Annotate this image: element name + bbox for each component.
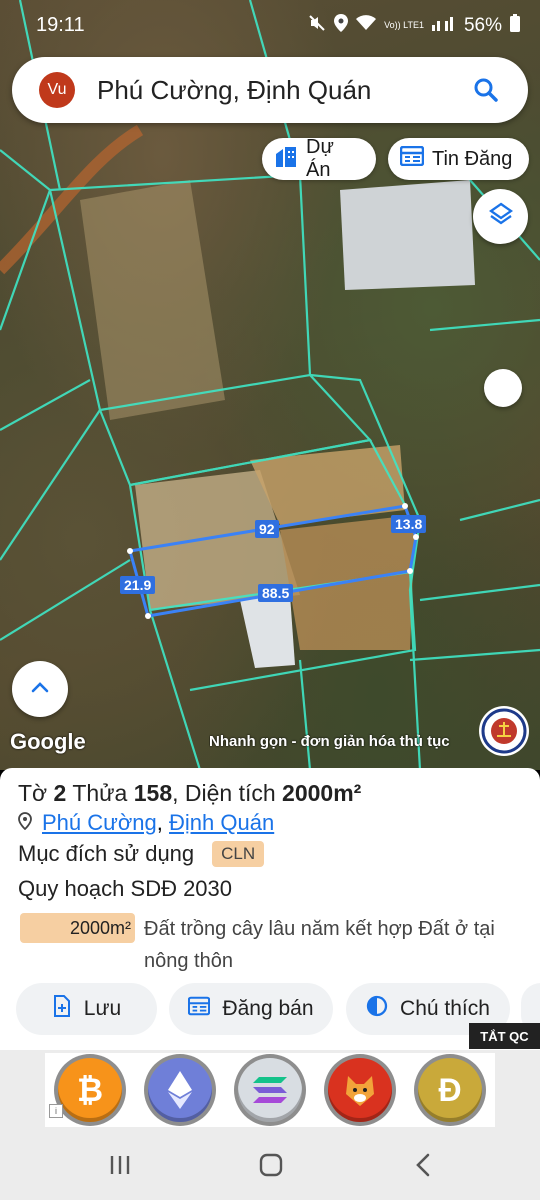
home-button[interactable]: [251, 1152, 291, 1182]
signal-icon: [431, 15, 456, 36]
lot-label: Thửa: [72, 780, 128, 806]
ethereum-icon: [148, 1058, 212, 1122]
battery-icon: [510, 14, 520, 37]
wifi-icon: [356, 15, 377, 36]
purpose-badge: CLN: [212, 841, 265, 867]
lot-number: 158: [133, 780, 173, 806]
area-label: Diện tích: [184, 780, 276, 806]
tagline: Nhanh gọn - đơn giản hóa thủ tục: [209, 733, 450, 750]
du-an-label: Dự Án: [306, 136, 334, 181]
du-an-chip[interactable]: Dự Án: [262, 136, 376, 181]
home-icon: [259, 1153, 283, 1182]
district-link[interactable]: Định Quán: [169, 810, 274, 835]
dimension-right: 13.8: [391, 515, 427, 533]
adchoices-icon[interactable]: i: [49, 1104, 63, 1118]
search-bar[interactable]: Vu Phú Cường, Định Quán: [12, 57, 528, 123]
sheet-label: Tờ: [18, 780, 48, 806]
notary-seal-icon: [479, 706, 529, 756]
plan-area-bar: 2000m²: [20, 913, 135, 943]
solana-icon: [238, 1058, 302, 1122]
location-separator: ,: [156, 810, 163, 835]
add-file-icon: [52, 995, 72, 1023]
sell-label: Đăng bán: [222, 997, 314, 1020]
sell-button[interactable]: Đăng bán: [169, 983, 333, 1035]
back-icon: [415, 1153, 431, 1182]
plan-title: Quy hoạch SDĐ 2030: [18, 876, 233, 901]
area-value: 2000m²: [282, 780, 362, 806]
map-view[interactable]: 92 13.8 88.5 21.9 19:11 Vo)) LTE1 56% Vu…: [0, 0, 540, 770]
parcel-location: Phú Cường, Định Quán: [18, 810, 274, 836]
legend-label: Chú thích: [400, 997, 490, 1020]
listing-icon: [188, 996, 211, 1022]
dimension-left: 21.9: [120, 576, 156, 594]
chevron-up-icon: [30, 680, 50, 698]
search-icon[interactable]: [456, 60, 516, 120]
save-button[interactable]: Lưu: [16, 983, 157, 1035]
tin-dang-label: Tin Đăng: [432, 147, 513, 170]
recent-apps-button[interactable]: [100, 1152, 140, 1182]
close-ad-button[interactable]: TẮT QC: [469, 1023, 540, 1049]
contrast-icon: [366, 995, 388, 1023]
system-nav-bar: [0, 1132, 540, 1200]
search-input[interactable]: Phú Cường, Định Quán: [97, 75, 456, 106]
tin-dang-chip[interactable]: Tin Đăng: [388, 138, 529, 180]
back-button[interactable]: [403, 1152, 443, 1182]
bitcoin-icon: ₿: [58, 1058, 122, 1122]
sheet-number: 2: [53, 780, 67, 806]
google-logo: Google: [10, 729, 86, 754]
ad-content[interactable]: ₿ Ð: [45, 1053, 495, 1127]
building-icon: [274, 145, 298, 173]
dimension-bottom: 88.5: [258, 584, 294, 602]
status-icons: Vo)) LTE1 56%: [308, 14, 520, 37]
mute-icon: [308, 14, 326, 37]
network-label: Vo)) LTE1: [384, 20, 424, 30]
parcel-info-sheet: Tờ 2 Thửa 158, Diện tích 2000m² Phú Cườn…: [0, 768, 540, 1050]
ward-link[interactable]: Phú Cường: [42, 810, 157, 835]
status-bar: 19:11 Vo)) LTE1 56%: [0, 0, 540, 52]
dogecoin-icon: Ð: [418, 1058, 482, 1122]
layers-button[interactable]: [473, 189, 528, 244]
dimension-top: 92: [255, 520, 279, 538]
recent-apps-icon: [108, 1155, 132, 1180]
plan-description: Đất trồng cây lâu năm kết hợp Đất ở tại …: [144, 918, 495, 972]
ad-banner[interactable]: ₿ Ð i: [0, 1050, 540, 1132]
listing-icon: [399, 145, 425, 172]
battery-percent: 56%: [463, 14, 502, 36]
save-label: Lưu: [83, 997, 122, 1020]
avatar[interactable]: Vu: [39, 72, 75, 108]
shiba-icon: [328, 1058, 392, 1122]
expand-up-button[interactable]: [12, 661, 68, 717]
land-use-row: Mục đích sử dụng CLN: [18, 841, 265, 867]
parcel-title: Tờ 2 Thửa 158, Diện tích 2000m²: [18, 780, 362, 806]
clock: 19:11: [36, 14, 85, 36]
purpose-label: Mục đích sử dụng: [18, 841, 195, 866]
location-dot-button[interactable]: [484, 369, 522, 407]
layers-icon: [488, 201, 514, 232]
pin-icon: [18, 810, 32, 836]
location-icon: [334, 14, 349, 37]
